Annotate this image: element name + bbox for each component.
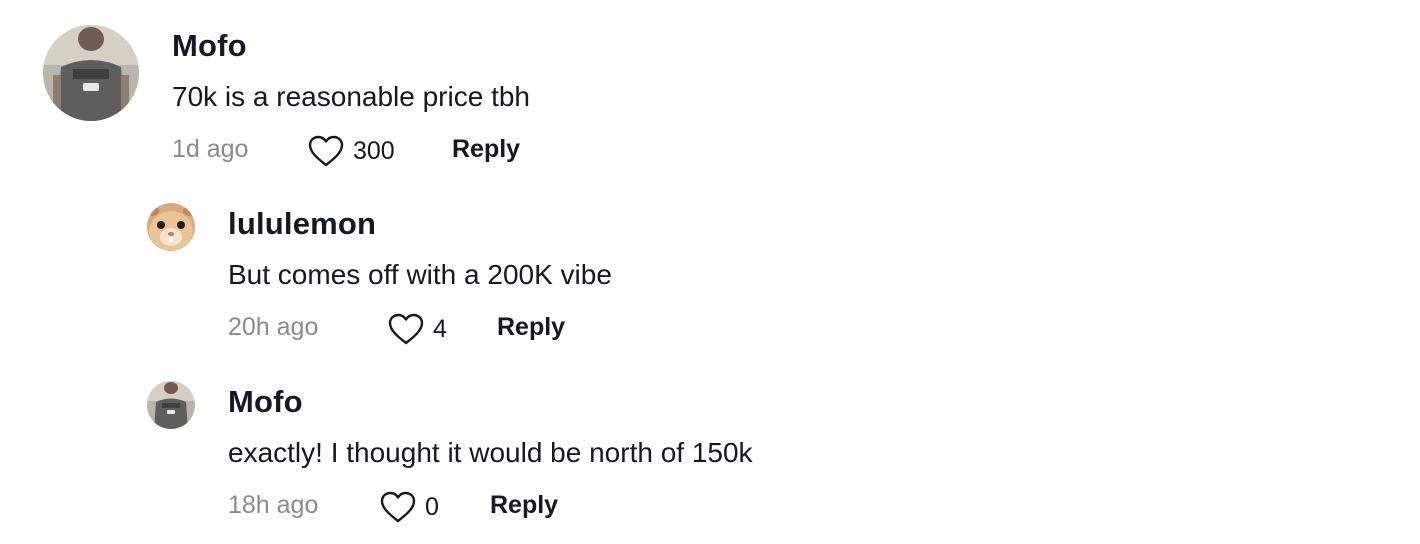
user-avatar-image xyxy=(147,381,195,429)
like-button[interactable]: 4 xyxy=(387,309,447,349)
reply-button[interactable]: Reply xyxy=(497,313,565,342)
like-count: 4 xyxy=(433,314,447,343)
reply-comment-item: Mofo exactly! I thought it would be nort… xyxy=(0,360,1420,544)
comment-username[interactable]: Mofo xyxy=(172,28,247,64)
user-avatar-image xyxy=(147,203,195,251)
heart-icon xyxy=(308,135,344,167)
comment-text: But comes off with a 200K vibe xyxy=(228,259,612,290)
reply-button[interactable]: Reply xyxy=(452,135,520,164)
avatar[interactable] xyxy=(43,25,139,121)
like-count: 0 xyxy=(425,492,439,521)
heart-icon xyxy=(388,313,424,345)
comment-text: exactly! I thought it would be north of … xyxy=(228,437,753,468)
comment-meta: 1d ago 300 Reply xyxy=(172,131,572,171)
comment-item: Mofo 70k is a reasonable price tbh 1d ag… xyxy=(0,0,1420,180)
avatar[interactable] xyxy=(147,203,195,251)
like-count: 300 xyxy=(353,136,395,165)
comment-timestamp: 18h ago xyxy=(228,491,319,519)
comment-text: 70k is a reasonable price tbh xyxy=(172,81,530,112)
comment-timestamp: 20h ago xyxy=(228,313,319,341)
comment-meta: 18h ago 0 Reply xyxy=(228,487,628,527)
comment-meta: 20h ago 4 Reply xyxy=(228,309,628,349)
comment-username[interactable]: Mofo xyxy=(228,384,303,420)
user-avatar-image xyxy=(43,25,139,121)
reply-button[interactable]: Reply xyxy=(490,491,558,520)
comment-timestamp: 1d ago xyxy=(172,135,249,163)
like-button[interactable]: 0 xyxy=(379,487,439,527)
like-button[interactable]: 300 xyxy=(307,131,395,171)
avatar[interactable] xyxy=(147,381,195,429)
heart-icon xyxy=(380,491,416,523)
comment-username[interactable]: lululemon xyxy=(228,206,376,242)
reply-comment-item: lululemon But comes off with a 200K vibe… xyxy=(0,180,1420,360)
